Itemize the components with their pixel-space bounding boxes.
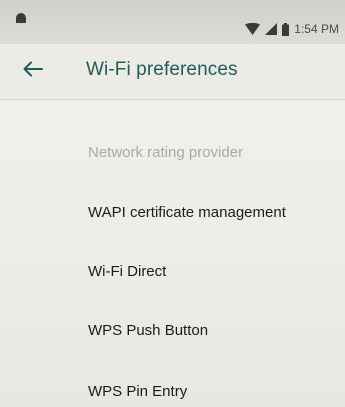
app-bar: Wi-Fi preferences xyxy=(0,44,345,100)
notification-icon xyxy=(16,13,26,23)
setting-wifi-direct[interactable]: Wi-Fi Direct xyxy=(88,263,166,280)
screen: 1:54 PM Wi-Fi preferences Network rating… xyxy=(0,0,345,407)
back-button[interactable] xyxy=(20,56,46,82)
status-icons: 1:54 PM xyxy=(245,19,339,39)
setting-wps-push-button[interactable]: WPS Push Button xyxy=(88,322,208,339)
wifi-icon xyxy=(245,23,261,35)
page-title: Wi-Fi preferences xyxy=(86,59,238,80)
signal-icon xyxy=(265,23,278,35)
battery-icon xyxy=(282,22,290,36)
setting-wapi-certificate-management[interactable]: WAPI certificate management xyxy=(88,204,286,221)
arrow-left-icon xyxy=(23,61,43,77)
setting-wps-pin-entry[interactable]: WPS Pin Entry xyxy=(88,383,187,400)
status-bar: 1:54 PM xyxy=(0,0,345,44)
status-time: 1:54 PM xyxy=(294,22,339,36)
setting-network-rating-provider: Network rating provider xyxy=(88,144,244,161)
